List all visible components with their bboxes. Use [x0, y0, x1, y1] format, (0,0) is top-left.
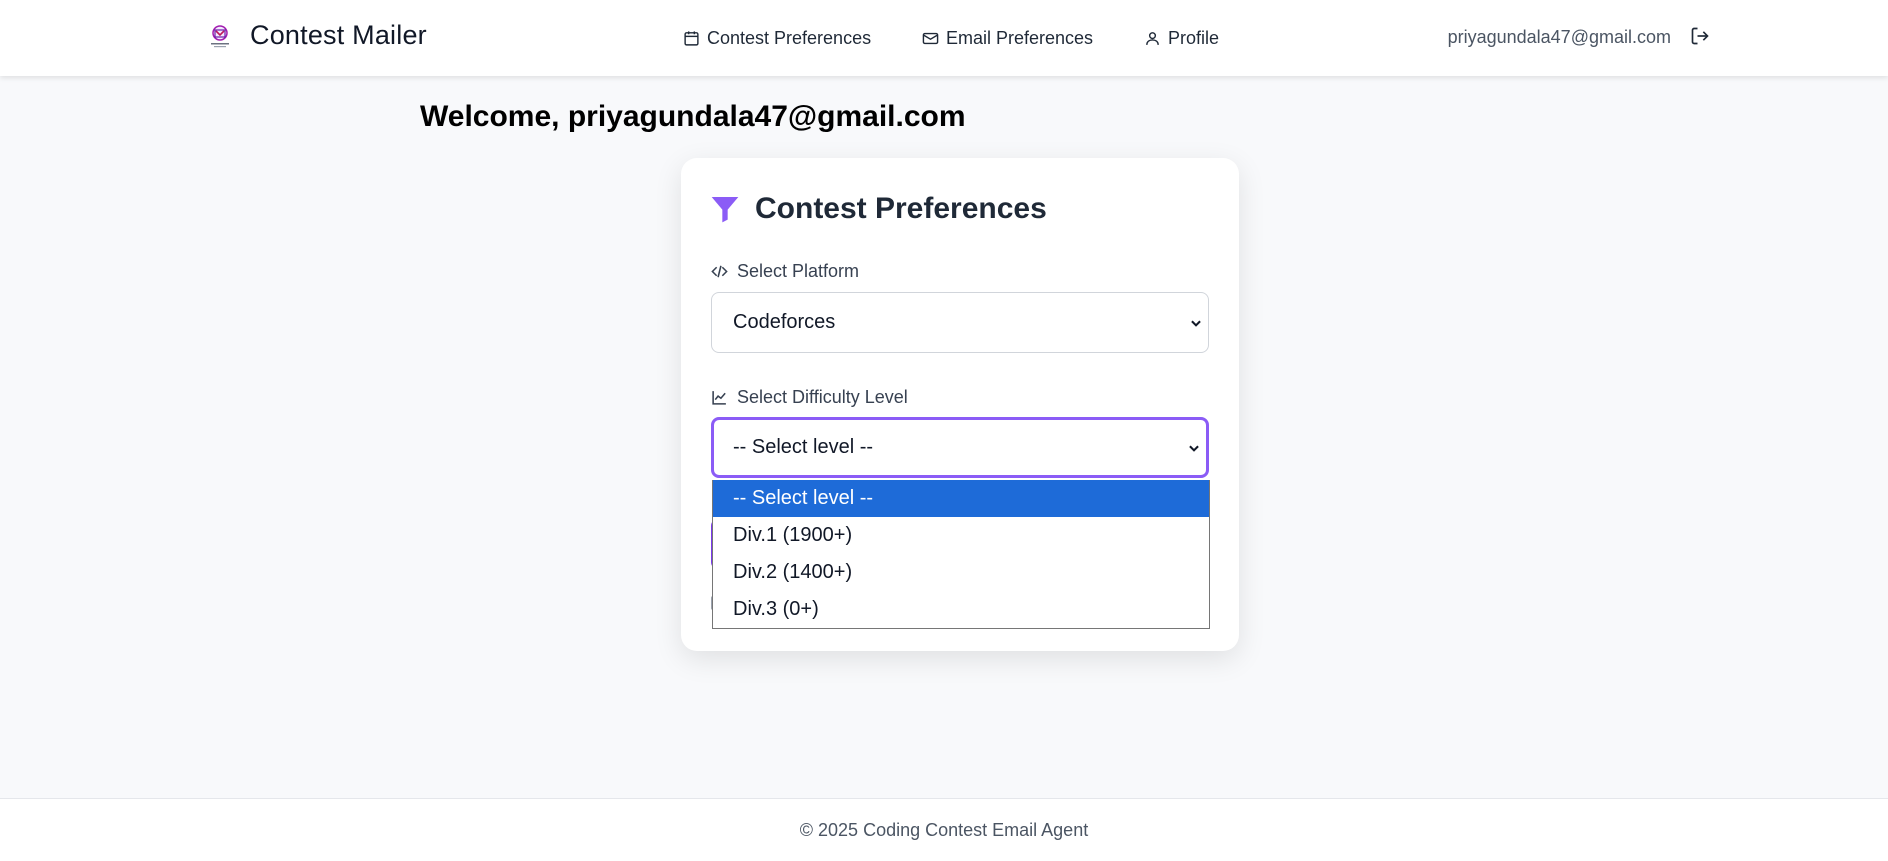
nav-profile[interactable]: Profile — [1144, 26, 1219, 50]
difficulty-select[interactable]: -- Select level -- — [711, 417, 1209, 478]
footer: © 2025 Coding Contest Email Agent — [0, 798, 1888, 861]
code-icon — [711, 265, 728, 278]
difficulty-label-text: Select Difficulty Level — [737, 387, 908, 407]
nav-email-preferences-label: Email Preferences — [946, 27, 1094, 48]
chevron-down-icon — [1189, 445, 1199, 452]
nav-profile-label: Profile — [1168, 27, 1220, 48]
logout-icon[interactable] — [1690, 26, 1710, 46]
nav-email-preferences[interactable]: Email Preferences — [922, 26, 1093, 50]
card-header: Contest Preferences — [709, 192, 1047, 226]
platform-label: Select Platform — [711, 261, 859, 282]
nav-contest-preferences[interactable]: Contest Preferences — [683, 26, 871, 50]
filter-icon — [711, 197, 739, 223]
chevron-down-icon — [1191, 320, 1201, 327]
difficulty-select-value: -- Select level -- — [733, 436, 874, 458]
platform-label-text: Select Platform — [737, 261, 860, 281]
mail-icon — [922, 32, 939, 44]
user-icon — [1146, 31, 1159, 45]
platform-select[interactable]: Codeforces — [711, 292, 1209, 353]
platform-select-value: Codeforces — [733, 311, 836, 333]
option-div1[interactable]: Div.1 (1900+) — [713, 517, 1209, 554]
top-navbar: Contest Mailer Contest Preferences Email… — [0, 0, 1888, 76]
app-logo-icon[interactable] — [206, 22, 234, 52]
difficulty-label: Select Difficulty Level — [711, 387, 908, 408]
app-title[interactable]: Contest Mailer — [250, 20, 427, 51]
option-div2[interactable]: Div.2 (1400+) — [713, 554, 1209, 591]
card-title: Contest Preferences — [755, 192, 1047, 225]
welcome-heading: Welcome, priyagundala47@gmail.com — [420, 100, 966, 133]
option-div3[interactable]: Div.3 (0+) — [713, 591, 1209, 628]
calendar-icon — [684, 30, 699, 46]
footer-text: © 2025 Coding Contest Email Agent — [799, 819, 1089, 840]
difficulty-dropdown-list[interactable]: -- Select level -- Div.1 (1900+) Div.2 (… — [712, 480, 1210, 629]
nav-contest-preferences-label: Contest Preferences — [707, 27, 872, 48]
user-email: priyagundala47@gmail.com — [1447, 27, 1671, 47]
chart-line-icon — [712, 391, 726, 405]
option-select-level[interactable]: -- Select level -- — [713, 480, 1209, 517]
